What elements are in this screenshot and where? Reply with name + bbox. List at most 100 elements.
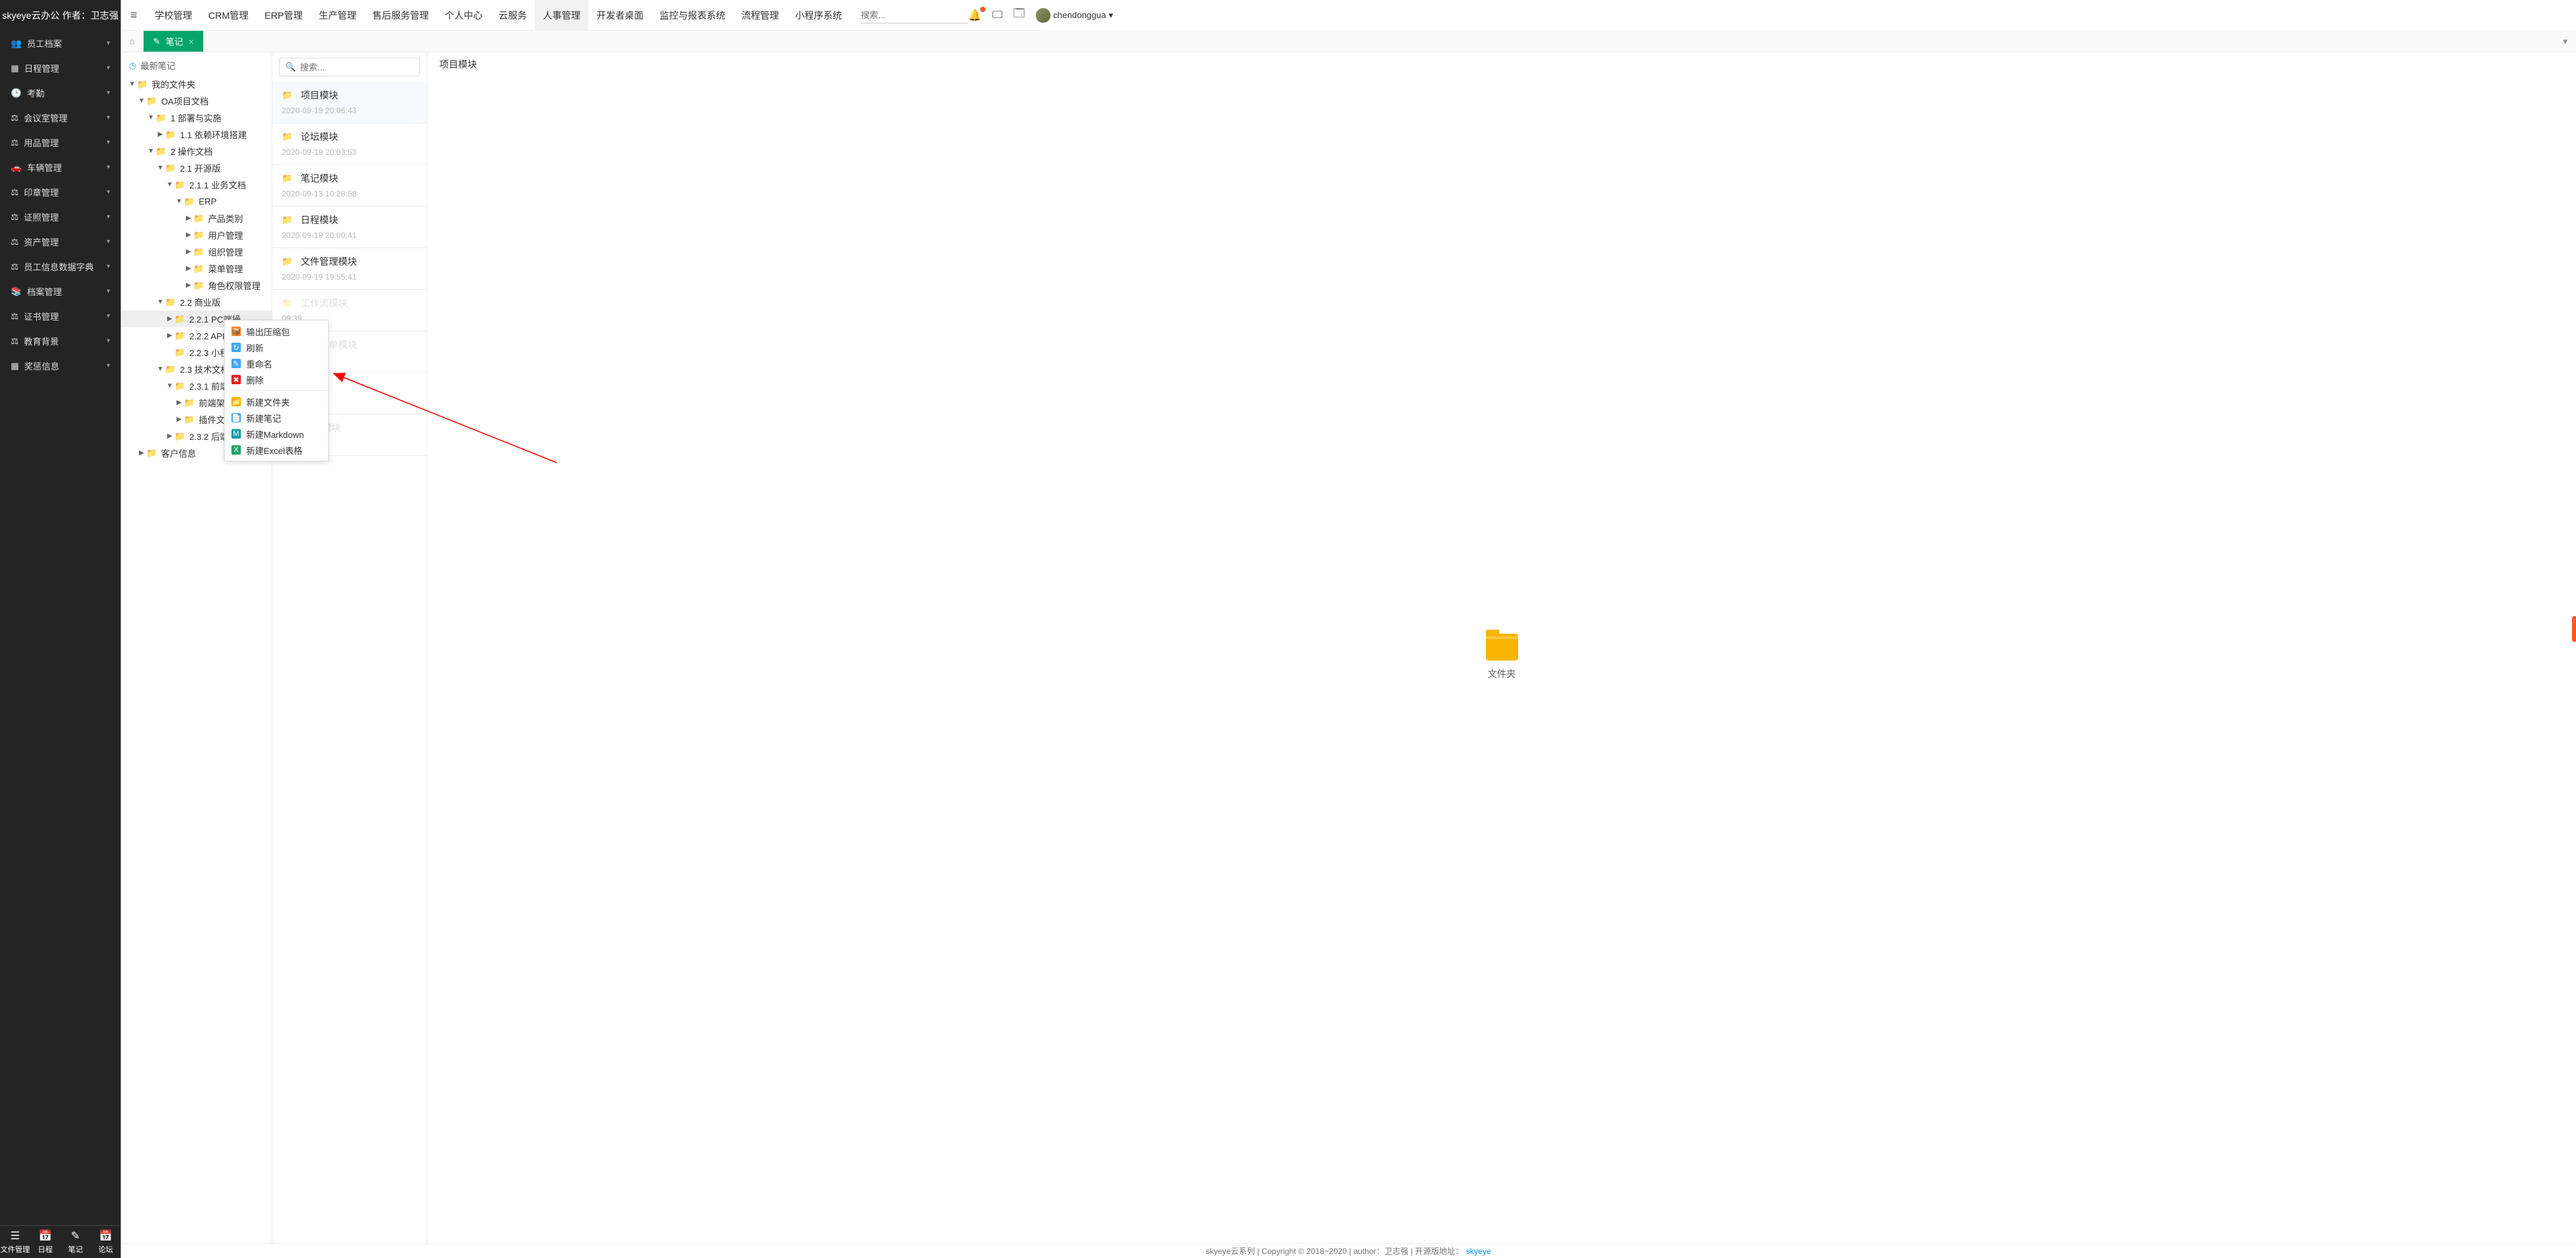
note-search-input[interactable] bbox=[300, 62, 418, 72]
topnav-item-4[interactable]: 售后服务管理 bbox=[364, 0, 437, 31]
caret-icon: ▶ bbox=[137, 449, 146, 457]
leftnav-item-9[interactable]: ⚖员工信息数据字典▾ bbox=[0, 254, 121, 279]
top-search-input[interactable] bbox=[861, 7, 968, 23]
topnav-item-11[interactable]: 小程序系统 bbox=[787, 0, 850, 31]
search-icon: 🔍 bbox=[285, 62, 296, 72]
folder-placeholder: 文件夹 bbox=[1486, 634, 1518, 681]
leftnav-item-0[interactable]: 👥员工档案▾ bbox=[0, 31, 121, 56]
hamburger-icon[interactable]: ≡ bbox=[121, 8, 147, 22]
topnav-item-10[interactable]: 流程管理 bbox=[733, 0, 787, 31]
leftnav-bottom-1[interactable]: 📅日程 bbox=[30, 1226, 60, 1258]
note-item-3[interactable]: 📁日程模块2020-09-19 20:00:41 bbox=[272, 207, 427, 248]
tree-row-4[interactable]: ▼📁2 操作文档 bbox=[121, 143, 272, 160]
ctx-item-1[interactable]: ↻刷新 bbox=[225, 339, 328, 355]
topnav-item-9[interactable]: 监控与报表系统 bbox=[651, 0, 733, 31]
note-item-1[interactable]: 📁论坛模块2020-09-19 20:03:53 bbox=[272, 123, 427, 165]
pencil-icon: ✎ bbox=[153, 36, 160, 47]
leftnav-item-4[interactable]: ⚖用品管理▾ bbox=[0, 130, 121, 155]
leftnav-item-6[interactable]: ⚖印章管理▾ bbox=[0, 180, 121, 205]
tab-overflow[interactable]: ▾ bbox=[2557, 31, 2573, 52]
topnav-item-8[interactable]: 开发者桌面 bbox=[588, 0, 651, 31]
nav-icon: ⚖ bbox=[11, 311, 19, 322]
tree-row-11[interactable]: ▶📁菜单管理 bbox=[121, 260, 272, 277]
tree-row-12[interactable]: ▶📁角色权限管理 bbox=[121, 277, 272, 294]
chevron-down-icon: ▾ bbox=[107, 164, 110, 171]
tree-row-6[interactable]: ▼📁2.1.1 业务文档 bbox=[121, 176, 272, 193]
folder-icon: 📁 bbox=[174, 331, 185, 341]
tab-notes[interactable]: ✎ 笔记 × bbox=[144, 31, 203, 52]
folder-icon: 📁 bbox=[174, 431, 185, 442]
leftnav-item-12[interactable]: ⚖教育背景▾ bbox=[0, 329, 121, 353]
notification-dot bbox=[980, 7, 985, 12]
window-icon[interactable]: 🗔 bbox=[1014, 6, 1025, 24]
topnav-item-6[interactable]: 云服务 bbox=[490, 0, 535, 31]
nav-icon: 🚗 bbox=[11, 162, 21, 173]
leftnav-item-8[interactable]: ⚖资产管理▾ bbox=[0, 229, 121, 254]
caret-icon: ▼ bbox=[156, 298, 165, 306]
nav-icon: ▦ bbox=[11, 63, 19, 74]
leftnav-bottom-2[interactable]: ✎笔记 bbox=[60, 1226, 91, 1258]
close-icon[interactable]: × bbox=[189, 36, 194, 47]
ctx-item-7[interactable]: M新建Markdown bbox=[225, 426, 328, 442]
note-item-2[interactable]: 📁笔记模块2020-09-13 10:28:58 bbox=[272, 165, 427, 207]
ctx-item-0[interactable]: 📦输出压缩包 bbox=[225, 323, 328, 339]
monitor-icon[interactable]: 🖵 bbox=[992, 9, 1002, 21]
caret-icon: ▼ bbox=[156, 164, 165, 172]
note-item-4[interactable]: 📁文件管理模块2020-09-19 19:55:41 bbox=[272, 248, 427, 290]
leftnav-item-5[interactable]: 🚗车辆管理▾ bbox=[0, 155, 121, 180]
folder-icon: 📁 bbox=[165, 129, 176, 140]
topnav-item-7[interactable]: 人事管理 bbox=[535, 0, 588, 31]
nav-icon: ⚖ bbox=[11, 113, 19, 123]
footer-link[interactable]: skyeye bbox=[1466, 1247, 1491, 1256]
leftnav-item-2[interactable]: 🕒考勤▾ bbox=[0, 80, 121, 105]
chevron-down-icon: ▾ bbox=[107, 362, 110, 369]
leftnav-item-10[interactable]: 📚档案管理▾ bbox=[0, 279, 121, 304]
bell-icon[interactable]: 🔔 bbox=[968, 9, 981, 22]
caret-icon: ▶ bbox=[184, 248, 193, 255]
leftnav-item-13[interactable]: ▦奖惩信息▾ bbox=[0, 353, 121, 378]
leftnav-item-1[interactable]: ▦日程管理▾ bbox=[0, 56, 121, 80]
topnav-item-5[interactable]: 个人中心 bbox=[437, 0, 490, 31]
folder-icon: 📁 bbox=[184, 398, 195, 408]
tree-row-8[interactable]: ▶📁产品类别 bbox=[121, 210, 272, 227]
caret-icon: ▶ bbox=[165, 332, 174, 339]
leftnav-bottom-0[interactable]: ☰文件管理 bbox=[0, 1226, 30, 1258]
folder-icon: 📁 bbox=[174, 314, 185, 325]
folder-icon: 📁 bbox=[184, 414, 195, 425]
tree-row-5[interactable]: ▼📁2.1 开源版 bbox=[121, 160, 272, 176]
tree-row-2[interactable]: ▼📁1 部署与实施 bbox=[121, 109, 272, 126]
ctx-item-2[interactable]: ✎重命名 bbox=[225, 355, 328, 371]
chevron-down-icon: ▾ bbox=[107, 139, 110, 146]
leftnav-item-3[interactable]: ⚖会议室管理▾ bbox=[0, 105, 121, 130]
topnav-item-3[interactable]: 生产管理 bbox=[311, 0, 364, 31]
tree-row-0[interactable]: ▼📁我的文件夹 bbox=[121, 76, 272, 93]
topnav-item-2[interactable]: ERP管理 bbox=[256, 0, 311, 31]
leftnav-item-11[interactable]: ⚖证书管理▾ bbox=[0, 304, 121, 329]
detail-title: 项目模块 bbox=[427, 52, 2576, 71]
right-edge-handle[interactable] bbox=[2572, 616, 2576, 642]
ctx-item-3[interactable]: ✖删除 bbox=[225, 371, 328, 388]
topnav-item-1[interactable]: CRM管理 bbox=[201, 0, 257, 31]
big-folder-icon bbox=[1486, 634, 1518, 661]
tree-row-1[interactable]: ▼📁OA项目文档 bbox=[121, 93, 272, 109]
latest-notes-link[interactable]: ◷ 最新笔记 bbox=[121, 58, 272, 76]
ctx-item-8[interactable]: X新建Excel表格 bbox=[225, 442, 328, 458]
leftnav-bottom-3[interactable]: 📅论坛 bbox=[91, 1226, 121, 1258]
caret-icon: ▶ bbox=[184, 282, 193, 289]
tree-row-7[interactable]: ▼📁ERP bbox=[121, 193, 272, 210]
caret-icon: ▶ bbox=[184, 231, 193, 239]
chevron-down-icon: ▾ bbox=[107, 288, 110, 295]
home-tab[interactable]: ⌂ bbox=[121, 31, 144, 52]
tree-row-10[interactable]: ▶📁组织管理 bbox=[121, 243, 272, 260]
nav-icon: 🕒 bbox=[11, 88, 21, 99]
note-item-0[interactable]: 📁项目模块2020-09-19 20:06:43 bbox=[272, 82, 427, 123]
leftnav-item-7[interactable]: ⚖证照管理▾ bbox=[0, 205, 121, 229]
tree-row-9[interactable]: ▶📁用户管理 bbox=[121, 227, 272, 243]
topnav-item-0[interactable]: 学校管理 bbox=[147, 0, 201, 31]
tree-row-13[interactable]: ▼📁2.2 商业版 bbox=[121, 294, 272, 310]
ctx-item-5[interactable]: 📁新建文件夹 bbox=[225, 394, 328, 410]
tree-row-3[interactable]: ▶📁1.1 依赖环境搭建 bbox=[121, 126, 272, 143]
ctx-item-6[interactable]: 📄新建笔记 bbox=[225, 410, 328, 426]
user-menu[interactable]: chendonggua ▾ bbox=[1036, 8, 1113, 23]
caret-icon: ▶ bbox=[184, 265, 193, 272]
